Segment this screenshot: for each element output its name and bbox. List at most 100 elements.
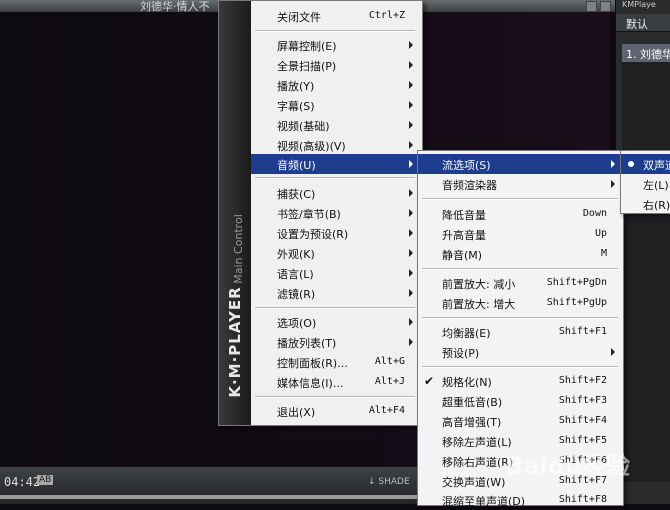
shade-button[interactable]: ↓ SHADE	[368, 477, 410, 487]
menu-item-label: 流选项(S)	[442, 159, 491, 172]
menu-item-label: 音频(U)	[277, 159, 316, 172]
menu-item-skins[interactable]: 外观(K)	[251, 243, 419, 263]
menu-item-label: 全景扫描(P)	[277, 60, 337, 73]
menu-item-label: 控制面板(R)...	[277, 357, 348, 370]
watermark: Baidu经验	[505, 452, 630, 480]
menu-item-language[interactable]: 语言(L)	[251, 263, 419, 283]
menu-item-screen-control[interactable]: 屏幕控制(E)	[251, 35, 419, 55]
menu-item-label: 左(L)	[643, 179, 669, 192]
submenu-arrow-icon	[409, 318, 413, 326]
radio-selected-icon	[628, 161, 634, 167]
menu-item-stream-select[interactable]: 流选项(S)	[418, 154, 621, 174]
menu-item-playback[interactable]: 播放(Y)	[251, 75, 419, 95]
submenu-arrow-icon	[409, 249, 413, 257]
menu-separator	[255, 396, 415, 398]
menu-item-playlist[interactable]: 播放列表(T)	[251, 332, 419, 352]
menu-item-label: 升高音量	[442, 229, 486, 242]
minimize-button[interactable]	[586, 1, 597, 12]
menu-item-label: 混缩至单声道(D)	[442, 495, 526, 508]
menu-item-label: 移除右声道(R)	[442, 456, 514, 469]
submenu-arrow-icon	[409, 141, 413, 149]
menu-item-label: 移除左声道(L)	[442, 436, 512, 449]
close-button[interactable]	[600, 1, 611, 12]
playlist-title: KMPlaye	[622, 0, 656, 9]
menu-item-mute[interactable]: 静音(M) M	[418, 244, 621, 264]
menu-separator	[422, 198, 618, 200]
menu-item-shortcut: Up	[594, 228, 607, 239]
menu-item-presets[interactable]: 预设(P)	[418, 342, 621, 362]
menu-item-video-basic[interactable]: 视频(基础)	[251, 115, 419, 135]
menu-item-label: 前置放大: 减小	[442, 278, 516, 291]
menu-item-label: 前置放大: 增大	[442, 298, 516, 311]
menu-item-close-file[interactable]: 关闭文件 Ctrl+Z	[251, 6, 419, 26]
menu-item-right[interactable]: 右(R)	[621, 194, 670, 214]
kmplayer-logo: K·M·PLAYER	[226, 286, 244, 398]
menu-item-preamp-decrease[interactable]: 前置放大: 减小 Shift+PgDn	[418, 273, 621, 293]
ab-repeat-badge[interactable]: AB	[37, 475, 54, 485]
menu-item-control-panel[interactable]: 控制面板(R)... Alt+G	[251, 352, 419, 372]
menu-item-bookmarks[interactable]: 书签/章节(B)	[251, 203, 419, 223]
menu-item-filters[interactable]: 滤镜(R)	[251, 283, 419, 303]
menu-item-stereo[interactable]: 双声道	[621, 154, 670, 174]
menu-item-left[interactable]: 左(L)	[621, 174, 670, 194]
menu-item-label: 超重低音(B)	[442, 396, 503, 409]
submenu-arrow-icon	[611, 160, 615, 168]
menu-item-shortcut: Shift+F4	[558, 415, 607, 426]
submenu-arrow-icon	[409, 41, 413, 49]
menu-item-equalizer[interactable]: 均衡器(E) Shift+F1	[418, 322, 621, 342]
menu-item-label: 播放(Y)	[277, 80, 315, 93]
submenu-arrow-icon	[611, 180, 615, 188]
submenu-arrow-icon	[409, 81, 413, 89]
menu-item-shortcut: Alt+G	[374, 356, 405, 367]
menu-item-label: 预设(P)	[442, 347, 480, 360]
menu-separator	[255, 307, 415, 309]
menu-separator	[422, 268, 618, 270]
menu-item-audio[interactable]: 音频(U)	[251, 154, 419, 174]
menu-item-shortcut: Shift+PgUp	[546, 297, 607, 308]
menu-item-pan-scan[interactable]: 全景扫描(P)	[251, 55, 419, 75]
menu-item-downmix-mono[interactable]: 混缩至单声道(D) Shift+F8	[418, 490, 621, 510]
menu-item-options[interactable]: 选项(O)	[251, 312, 419, 332]
menu-item-capture[interactable]: 捕获(C)	[251, 183, 419, 203]
menu-item-shortcut: Shift+F3	[558, 395, 607, 406]
playlist-item[interactable]: 1. 刘德华	[622, 44, 670, 62]
menu-item-exit[interactable]: 退出(X) Alt+F4	[251, 401, 419, 421]
menu-item-treble-boost[interactable]: 高音增强(T) Shift+F4	[418, 411, 621, 431]
menu-item-bass-boost[interactable]: 超重低音(B) Shift+F3	[418, 391, 621, 411]
menu-item-set-preset[interactable]: 设置为预设(R)	[251, 223, 419, 243]
menu-item-shortcut: M	[600, 248, 607, 259]
submenu-arrow-icon	[409, 289, 413, 297]
stream-select-submenu: 双声道 左(L) 右(R)	[620, 150, 670, 214]
menu-item-video-advanced[interactable]: 视频(高级)(V)	[251, 135, 419, 155]
menu-item-label: 双声道	[643, 159, 670, 172]
menu-item-label: 设置为预设(R)	[277, 228, 349, 241]
menu-item-shortcut: Alt+F4	[368, 405, 405, 416]
menu-separator	[422, 317, 618, 319]
menu-sidebar: Main Control K·M·PLAYER	[219, 1, 251, 425]
menu-item-label: 播放列表(T)	[277, 337, 337, 350]
submenu-arrow-icon	[409, 229, 413, 237]
menu-item-preamp-increase[interactable]: 前置放大: 增大 Shift+PgUp	[418, 293, 621, 313]
menu-item-label: 交换声道(W)	[442, 476, 506, 489]
menu-item-volume-up[interactable]: 升高音量 Up	[418, 224, 621, 244]
menu-item-shortcut: Shift+F8	[558, 494, 607, 505]
submenu-arrow-icon	[409, 189, 413, 197]
playlist-body	[622, 62, 670, 482]
playlist-tab[interactable]: 默认	[616, 14, 670, 32]
submenu-arrow-icon	[611, 348, 615, 356]
menu-item-shortcut: Alt+J	[374, 376, 405, 387]
menu-item-label: 退出(X)	[277, 406, 316, 419]
playlist-window: KMPlaye 默认 1. 刘德华	[616, 0, 670, 504]
menu-item-audio-renderer[interactable]: 音频渲染器	[418, 174, 621, 194]
menu-item-label: 静音(M)	[442, 249, 483, 262]
menu-item-subtitles[interactable]: 字幕(S)	[251, 95, 419, 115]
playlist-tab-label: 默认	[626, 18, 648, 31]
menu-item-media-info[interactable]: 媒体信息(I)... Alt+J	[251, 372, 419, 392]
menu-item-volume-down[interactable]: 降低音量 Down	[418, 204, 621, 224]
menu-item-label: 均衡器(E)	[442, 327, 491, 340]
playlist-item-label: 1. 刘德华	[626, 48, 670, 61]
menu-item-label: 屏幕控制(E)	[277, 40, 337, 53]
menu-item-label: 音频渲染器	[442, 179, 497, 192]
menu-item-normalize[interactable]: ✔ 规格化(N) Shift+F2	[418, 371, 621, 391]
menu-item-label: 字幕(S)	[277, 100, 315, 113]
